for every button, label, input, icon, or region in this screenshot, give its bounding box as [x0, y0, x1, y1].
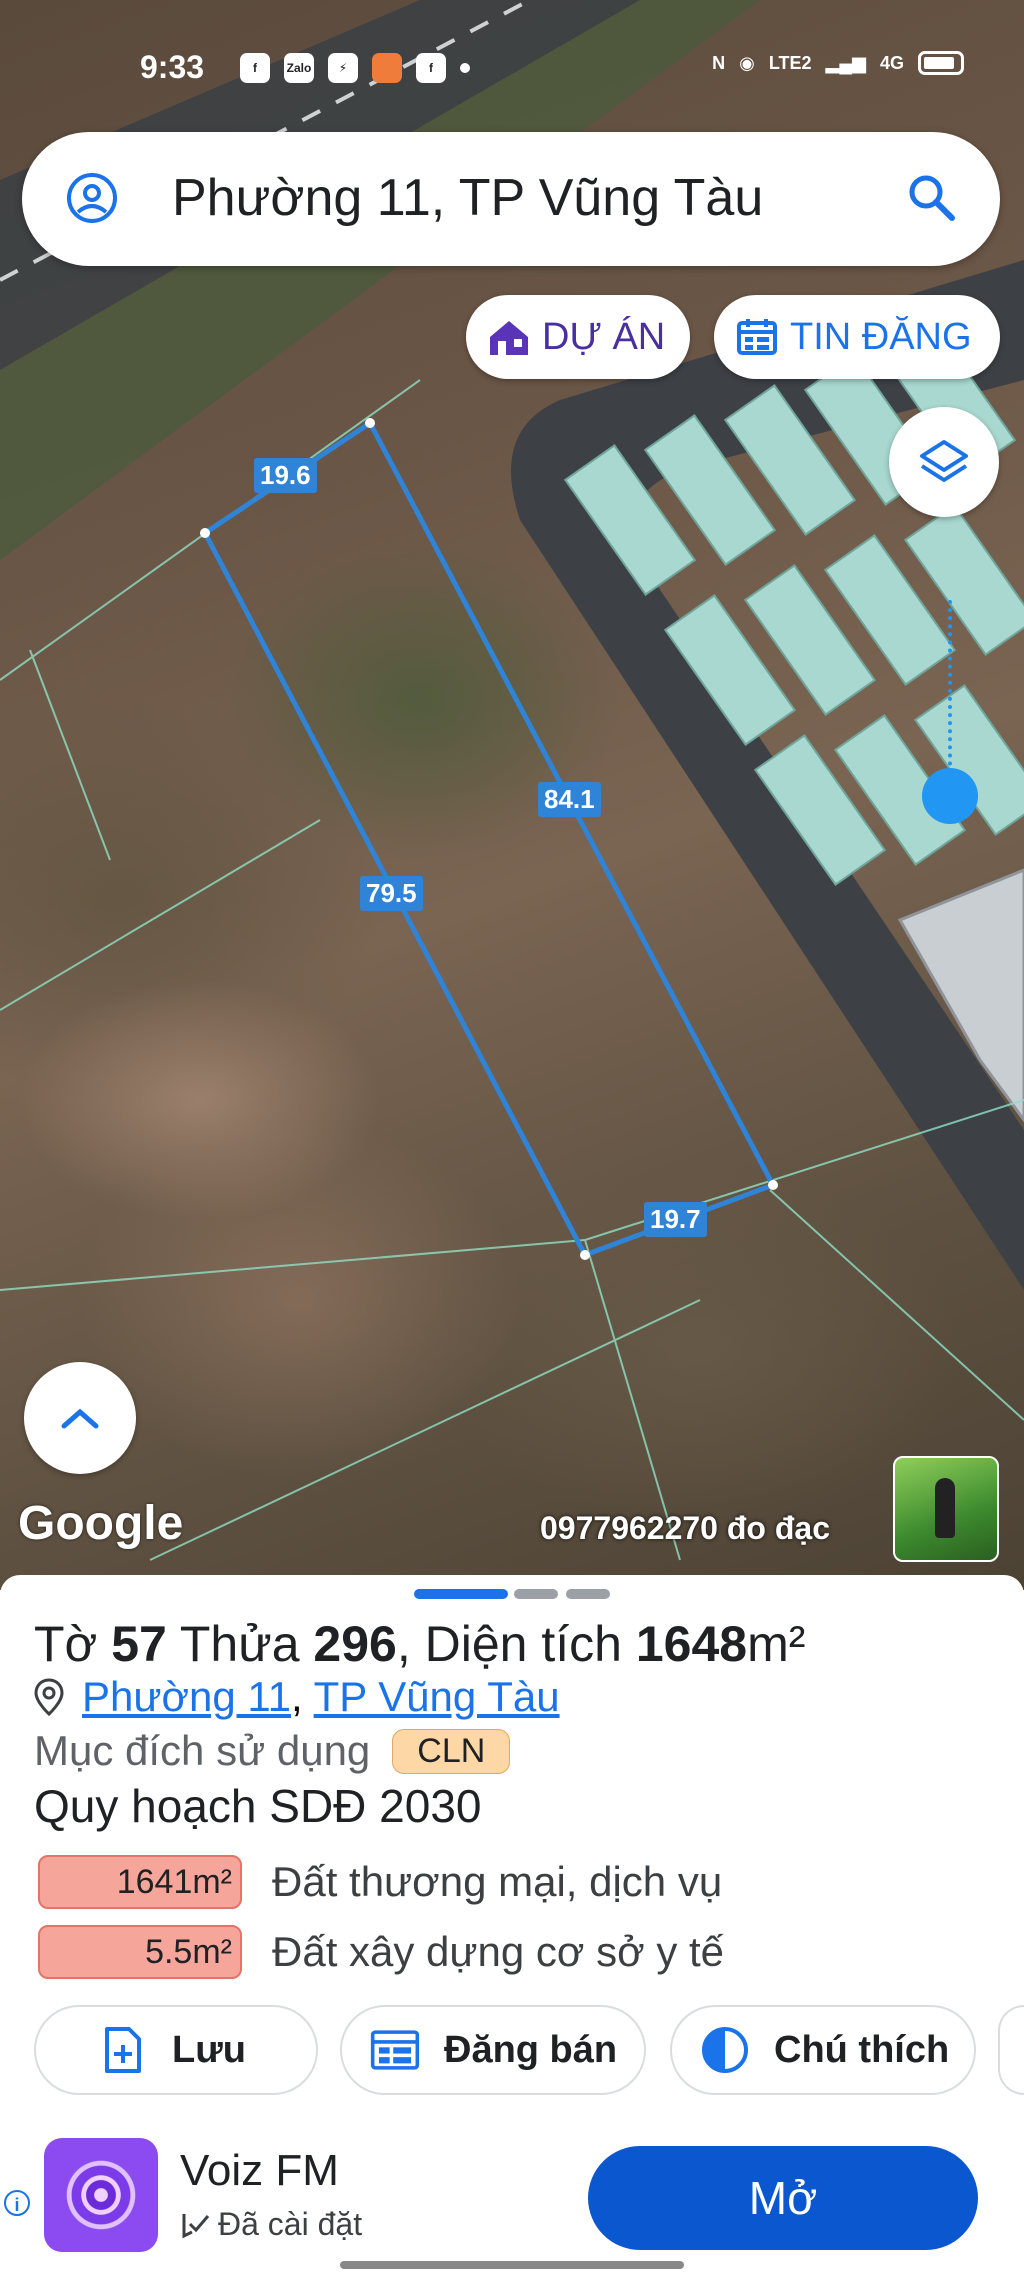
legend-label: Chú thích [774, 2028, 950, 2071]
land-use-badge[interactable]: CLN [392, 1728, 511, 1774]
ward-link[interactable]: Phường 11 [82, 1673, 291, 1720]
facebook-icon: f [416, 53, 446, 83]
battery-icon [918, 51, 964, 75]
parcel-address: Phường 11, TP Vũng Tàu [34, 1673, 560, 1721]
signal-icon: ▂▄▆ [825, 52, 866, 73]
post-for-sale-button[interactable]: Đăng bán [340, 2005, 646, 2095]
plot-vertex [580, 1250, 590, 1260]
edge-length-left: 79.5 [360, 876, 423, 911]
location-icon: ◉ [739, 52, 755, 73]
edge-length-top: 19.6 [254, 458, 317, 493]
area-unit: m² [747, 1616, 806, 1672]
calendar-icon [737, 319, 777, 355]
plot-label: Thửa [179, 1616, 300, 1672]
plot-vertex [200, 528, 210, 538]
open-app-button[interactable]: Mở [588, 2146, 978, 2250]
legend-button[interactable]: Chú thích [670, 2005, 976, 2095]
plan-item-label: Đất xây dựng cơ sở y tế [272, 1928, 725, 1975]
area-value: 1648 [635, 1616, 748, 1672]
expand-up-button[interactable] [24, 1362, 136, 1474]
status-bar: 9:33 f Zalo ⚡ f N ◉ LTE2 ▂▄▆ 4G [0, 35, 1024, 95]
plan-item[interactable]: 1641m² Đất thương mại, dịch vụ [38, 1855, 722, 1909]
save-button[interactable]: Lưu [34, 2005, 318, 2095]
dot-icon [460, 63, 470, 73]
land-use-label: Mục đích sử dụng [34, 1727, 371, 1774]
building-icon [490, 321, 528, 355]
messenger-icon: ⚡ [328, 53, 358, 83]
voiz-fm-logo[interactable] [44, 2138, 158, 2252]
chevron-up-icon [61, 1408, 99, 1429]
system-status-icons: N ◉ LTE2 ▂▄▆ 4G [712, 51, 964, 75]
search-icon[interactable] [904, 170, 960, 226]
zoom-slider-track[interactable] [948, 600, 956, 790]
plot-vertex [768, 1180, 778, 1190]
ad-info-icon[interactable]: i [4, 2190, 30, 2216]
ad-title: Voiz FM [180, 2146, 339, 2195]
projects-label: DỰ ÁN [542, 315, 666, 358]
edge-length-right: 84.1 [538, 782, 601, 817]
layers-icon [920, 440, 968, 482]
sheet-page-indicator-active[interactable] [414, 1589, 508, 1599]
sheet-page-indicator[interactable] [566, 1589, 610, 1599]
account-icon[interactable] [66, 172, 118, 224]
notification-icons: f Zalo ⚡ f [240, 53, 470, 83]
sheet-number: 57 [111, 1616, 167, 1672]
area-label: , Diện tích [396, 1616, 622, 1672]
nfc-icon: N [712, 52, 726, 73]
network-type-label: 4G [879, 52, 904, 73]
plot-boundary[interactable] [201, 419, 777, 1259]
listings-button[interactable]: TIN ĐĂNG [714, 295, 1000, 379]
parcel-title: Tờ 57 Thửa 296, Diện tích 1648m² [34, 1615, 805, 1673]
projects-button[interactable]: DỰ ÁN [466, 295, 690, 379]
post-for-sale-label: Đăng bán [444, 2028, 618, 2071]
photo-app-icon [372, 53, 402, 83]
plan-item-area: 1641m² [38, 1855, 242, 1909]
facebook-icon: f [240, 53, 270, 83]
plan-item[interactable]: 5.5m² Đất xây dựng cơ sở y tế [38, 1925, 724, 1979]
location-pin-icon [34, 1678, 64, 1716]
sheet-label: Tờ [34, 1616, 98, 1672]
plan-item-label: Đất thương mại, dịch vụ [272, 1858, 723, 1905]
surveyor-avatar[interactable] [893, 1456, 999, 1562]
contrast-icon [700, 2025, 750, 2075]
city-link[interactable]: TP Vũng Tàu [314, 1673, 560, 1720]
volte-icon: LTE2 [768, 52, 812, 73]
installed-check-icon [182, 2213, 210, 2238]
listings-label: TIN ĐĂNG [790, 315, 972, 358]
plot-number: 296 [313, 1616, 397, 1672]
installed-label: Đã cài đặt [218, 2206, 363, 2242]
land-use-row: Mục đích sử dụng CLN [34, 1727, 511, 1775]
status-time: 9:33 [140, 49, 205, 85]
plot-vertex [365, 418, 375, 428]
zalo-icon: Zalo [284, 53, 314, 83]
search-bar[interactable]: Phường 11, TP Vũng Tàu [22, 132, 1000, 266]
edge-length-bottom: 19.7 [644, 1202, 707, 1237]
ad-installed-status: Đã cài đặt [180, 2206, 362, 2243]
google-logo: Google [18, 1497, 184, 1550]
address-separator: , [291, 1673, 303, 1720]
more-action-button[interactable] [998, 2005, 1024, 2095]
zoom-slider-handle[interactable] [922, 768, 978, 824]
save-label: Lưu [172, 2028, 246, 2071]
add-file-icon [98, 2025, 148, 2075]
plan-title: Quy hoạch SDĐ 2030 [34, 1780, 482, 1832]
surveyor-phone-label: 0977962270 đo đạc [540, 1510, 830, 1546]
ad-banner[interactable]: i Voiz FM Đã cài đặt Mở [0, 2128, 1024, 2275]
sheet-page-indicator[interactable] [514, 1589, 558, 1599]
plan-item-area: 5.5m² [38, 1925, 242, 1979]
gesture-nav-bar[interactable] [340, 2261, 684, 2269]
map-layers-button[interactable] [889, 407, 999, 517]
search-query[interactable]: Phường 11, TP Vũng Tàu [172, 168, 763, 228]
listing-calendar-icon [370, 2025, 420, 2075]
